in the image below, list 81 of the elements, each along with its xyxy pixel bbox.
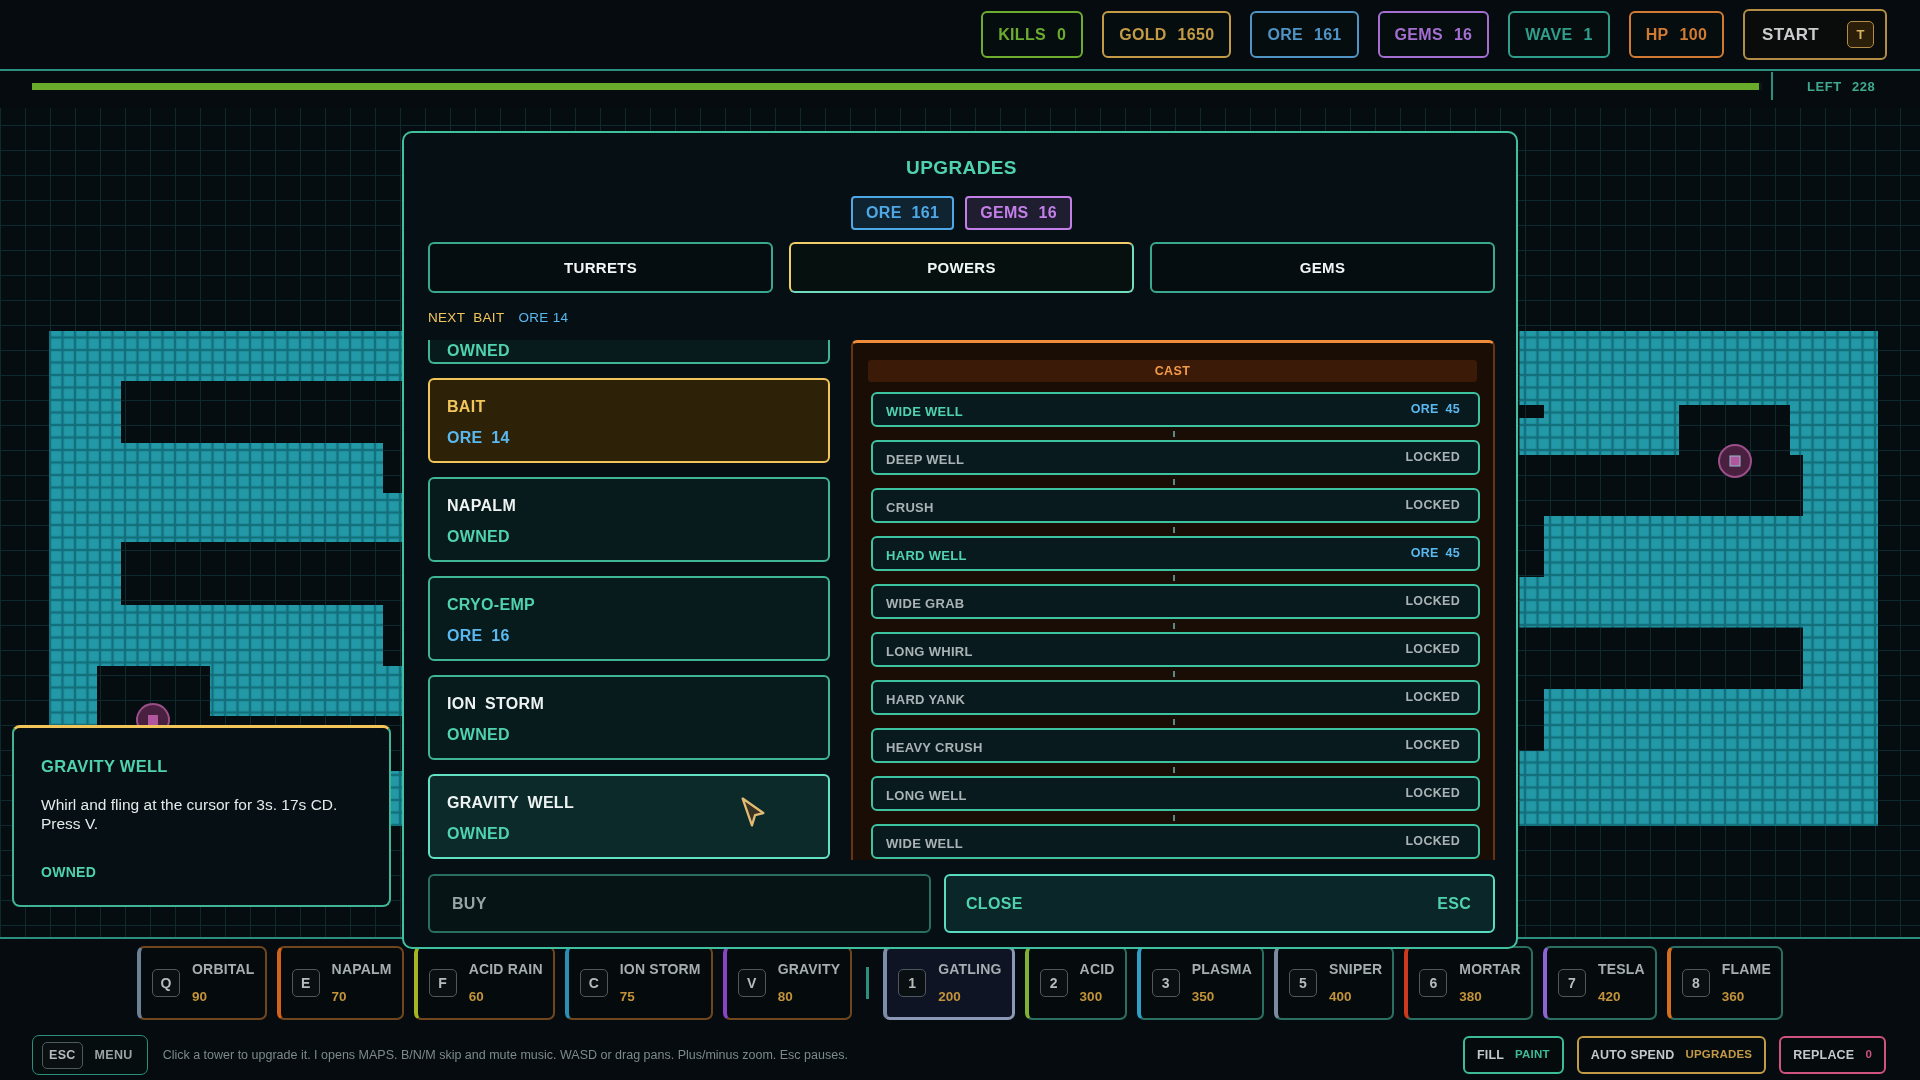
stat-label: WAVE [1525,25,1573,44]
turret-slot[interactable]: 8 FLAME 360 [1666,946,1783,1020]
next-cost: ORE 14 [518,309,569,325]
shortcut-key: 6 [1419,969,1448,997]
turret-slot[interactable]: 3 PLASMA 350 [1136,946,1264,1020]
shortcut-key: T [1847,21,1874,48]
shortcut-key: ESC [42,1041,83,1069]
stat-value: 1 [1583,25,1593,44]
upgrade-node[interactable]: HARD WELL ORE 45 [871,536,1480,571]
currency-value: 161 [911,204,940,222]
power-card[interactable]: BAIT ORE 14 [428,378,830,463]
shortcut-key: V [737,969,766,997]
stat-value: 100 [1679,25,1708,44]
stat-value: 161 [1313,25,1342,44]
power-slot[interactable]: F ACID RAIN 60 [413,946,555,1020]
upgrade-node[interactable]: DEEP WELL LOCKED [871,440,1480,475]
shortcut-key: E [291,969,320,997]
turret-slot[interactable]: 6 MORTAR 380 [1404,946,1533,1020]
upgrade-node[interactable]: LONG WELL LOCKED [871,776,1480,811]
power-card[interactable]: NAPALM OWNED [428,477,830,562]
turret-slot[interactable]: 7 TESLA 420 [1542,946,1657,1020]
upgrade-node[interactable]: HARD YANK LOCKED [871,680,1480,715]
start-button[interactable]: START T [1743,9,1887,60]
upgrade-node[interactable]: LONG WHIRL LOCKED [871,632,1480,667]
turret-slot[interactable]: 2 ACID 300 [1024,946,1127,1020]
shortcut-key: C [579,969,608,997]
toggle-button[interactable]: FILL PAINT [1462,1036,1564,1074]
shortcut-key: Q [152,969,180,997]
currency-value: 16 [1038,204,1057,222]
power-slot[interactable]: Q ORBITAL 90 [137,946,267,1020]
shortcut-key: 2 [1039,969,1068,997]
shortcut-key: 5 [1288,969,1317,997]
category-tab[interactable]: GEMS [1150,242,1495,293]
shortcut-key: 3 [1151,969,1180,997]
upgrade-node[interactable]: WIDE GRAB LOCKED [871,584,1480,619]
toggle-button[interactable]: AUTO SPEND UPGRADES [1576,1036,1767,1074]
power-card[interactable]: GRAVITY WELL OWNED [428,774,830,859]
tooltip-title: GRAVITY WELL [41,756,168,776]
circle-marker-icon [136,703,170,727]
toggle-button[interactable]: REPLACE 0 [1779,1036,1886,1074]
hint-text: Click a tower to upgrade it. I opens MAPS. B/N/M skip and mute music. WASD or drag pans. Plus/minus zoom. Esc pauses. [162,1048,848,1062]
power-card[interactable]: CRYO-EMP ORE 16 [428,576,830,661]
power-card[interactable]: ION STORM OWNED [428,675,830,760]
stat-label: ORE [1267,25,1303,44]
stat-value: 1650 [1177,25,1215,44]
cursor-icon [741,797,765,827]
upgrade-node[interactable]: WIDE WELL LOCKED [871,824,1480,859]
stat-value: 16 [1453,25,1473,44]
power-slot[interactable]: V GRAVITY 80 [722,946,853,1020]
close-button[interactable]: CLOSE ESC [944,874,1495,933]
shortcut-key: F [428,969,457,997]
currency-label: GEMS [980,204,1029,222]
stat-label: GEMS [1394,25,1443,44]
stat-label: HP [1645,25,1669,44]
category-tab[interactable]: POWERS [789,242,1134,293]
tooltip-status: OWNED [41,863,97,881]
power-card[interactable]: OWNED [428,340,830,364]
upgrade-node[interactable]: HEAVY CRUSH LOCKED [871,728,1480,763]
category-tab[interactable]: TURRETS [428,242,773,293]
tooltip-description: Whirl and fling at the cursor for 3s. 17s CD. Press V. [41,795,339,833]
upgrade-node[interactable]: CRUSH LOCKED [871,488,1480,523]
remaining-label: LEFT [1807,78,1842,94]
currency-label: ORE [866,204,902,222]
stat-label: KILLS [998,25,1046,44]
menu-button[interactable]: ESC MENU [32,1035,148,1075]
power-slot[interactable]: E NAPALM 70 [276,946,404,1020]
upgrade-node[interactable]: WIDE WELL ORE 45 [871,392,1480,427]
shortcut-key: 1 [898,969,927,997]
next-label: NEXT [428,309,466,325]
shortcut-key: 7 [1557,969,1586,997]
stat-label: GOLD [1119,25,1167,44]
next-item: BAIT [473,309,505,325]
circle-marker-icon [1718,444,1752,478]
turret-slot[interactable]: 5 SNIPER 400 [1273,946,1395,1020]
tree-header: CAST [868,360,1477,382]
remaining-count: 228 [1851,78,1876,94]
shortcut-key: 8 [1681,969,1710,997]
stat-value: 0 [1056,25,1067,44]
turret-slot[interactable]: 1 GATLING 200 [883,946,1015,1020]
power-slot[interactable]: C ION STORM 75 [564,946,713,1020]
dialog-title: UPGRADES [905,157,1018,179]
